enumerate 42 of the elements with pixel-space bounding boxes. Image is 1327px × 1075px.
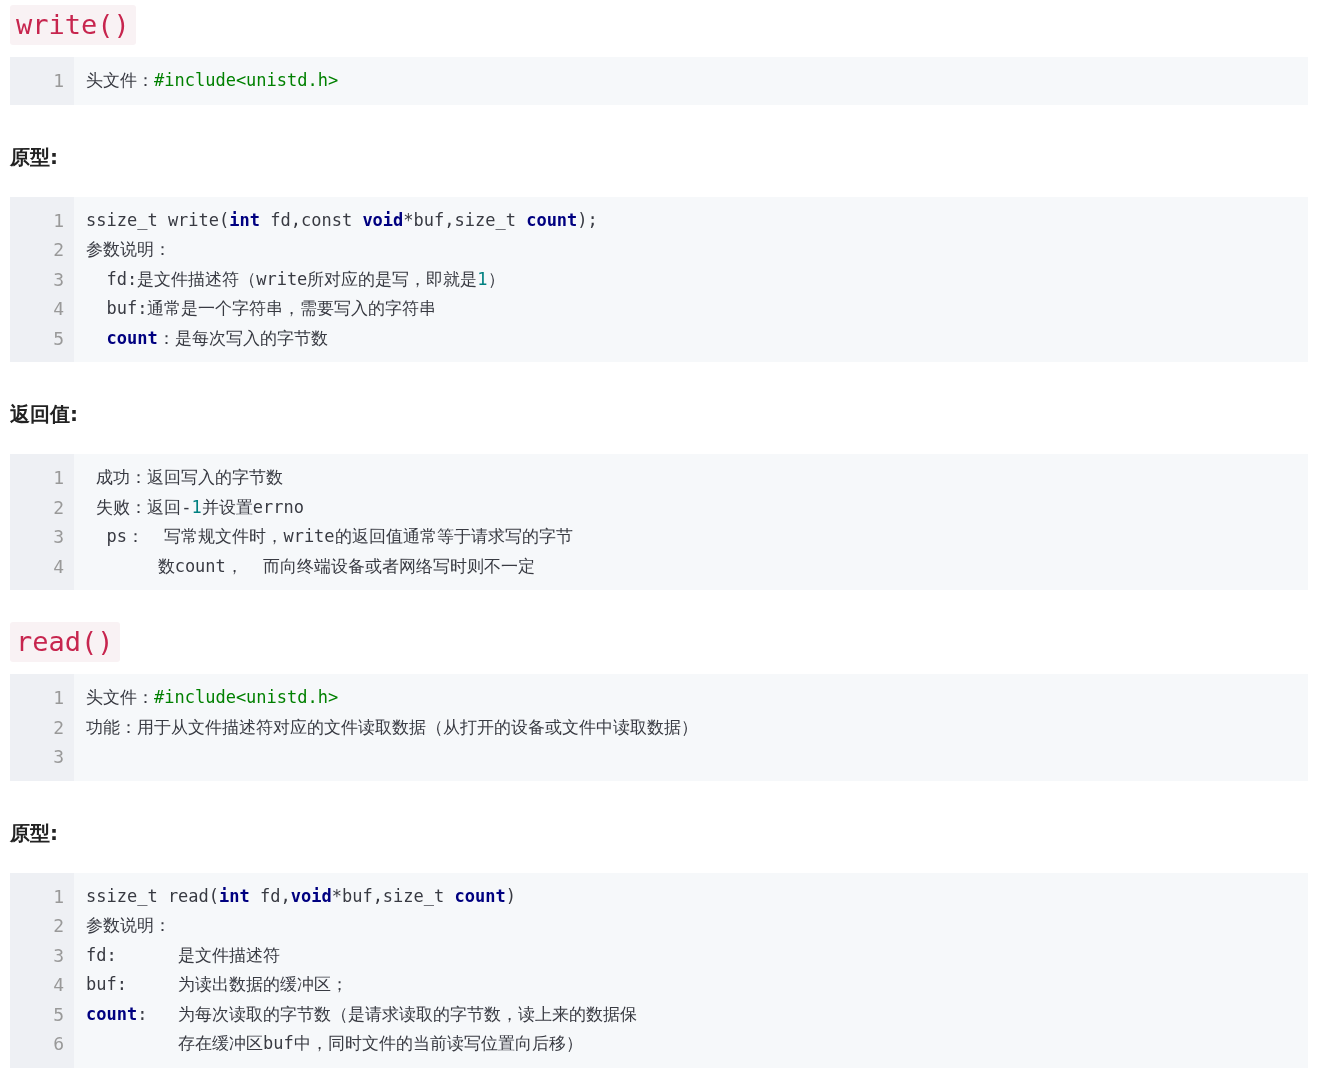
line-number: 5	[52, 1002, 65, 1027]
line-number: 1	[52, 686, 65, 710]
code-line: ssize_t read(int fd,void*buf,size_t count)	[86, 885, 516, 906]
code-line: 失败：返回-1并设置errno	[95, 496, 304, 517]
line-number: 1	[52, 208, 65, 233]
line-number: 4	[52, 297, 65, 321]
code-line: fd: 是文件描述符	[86, 944, 281, 965]
code-line: ssize_t write(int fd,const void*buf,size_t count);	[86, 209, 598, 230]
code-line: ps： 写常规文件时，write的返回值通常等于请求写的字节	[105, 526, 573, 546]
line-number: 3	[52, 525, 65, 549]
code-line: buf:通常是一个字符串，需要写入的字符串	[105, 298, 437, 318]
section-label: 返回值:	[10, 401, 79, 428]
line-number: 3	[52, 267, 65, 292]
section-label: 原型:	[10, 143, 59, 171]
line-number: 2	[52, 914, 65, 938]
code-line: 头文件：#include<unistd.h>	[86, 70, 339, 90]
line-number: 2	[52, 238, 65, 262]
code-line: 参数说明：	[86, 915, 171, 935]
code-line: 数count， 而向终端设备或者网络写时则不一定	[156, 555, 536, 576]
line-number: 5	[52, 326, 65, 351]
code-line: count：是每次写入的字节数	[105, 327, 328, 348]
line-number: 3	[52, 745, 65, 769]
line-number: 1	[52, 466, 65, 490]
code-line: 参数说明：	[86, 239, 171, 259]
line-number: 2	[52, 495, 65, 520]
code-line: 功能：用于从文件描述符对应的文件读取数据（从打开的设备或文件中读取数据）	[86, 716, 698, 737]
code-line: count: 为每次读取的字节数（是请求读取的字节数，读上来的数据保	[86, 1003, 638, 1024]
line-number: 3	[52, 943, 65, 968]
line-number: 1	[52, 884, 65, 909]
code-line: 成功：返回写入的字节数	[95, 467, 284, 487]
section-label: 原型:	[10, 819, 59, 847]
line-number: 4	[52, 554, 65, 579]
line-number: 1	[52, 69, 65, 93]
line-number: 4	[52, 973, 65, 997]
code-line: fd:是文件描述符（write所对应的是写，即就是1）	[105, 268, 505, 289]
code-line: buf: 为读出数据的缓冲区；	[86, 974, 349, 994]
function-heading: write()	[10, 5, 136, 45]
function-heading: read()	[10, 622, 120, 662]
line-number: 6	[52, 1032, 65, 1056]
code-line: 存在缓冲区buf中，同时文件的当前读写位置向后移）	[177, 1033, 583, 1053]
code-line: 头文件：#include<unistd.h>	[86, 687, 339, 707]
line-number: 2	[52, 715, 65, 740]
